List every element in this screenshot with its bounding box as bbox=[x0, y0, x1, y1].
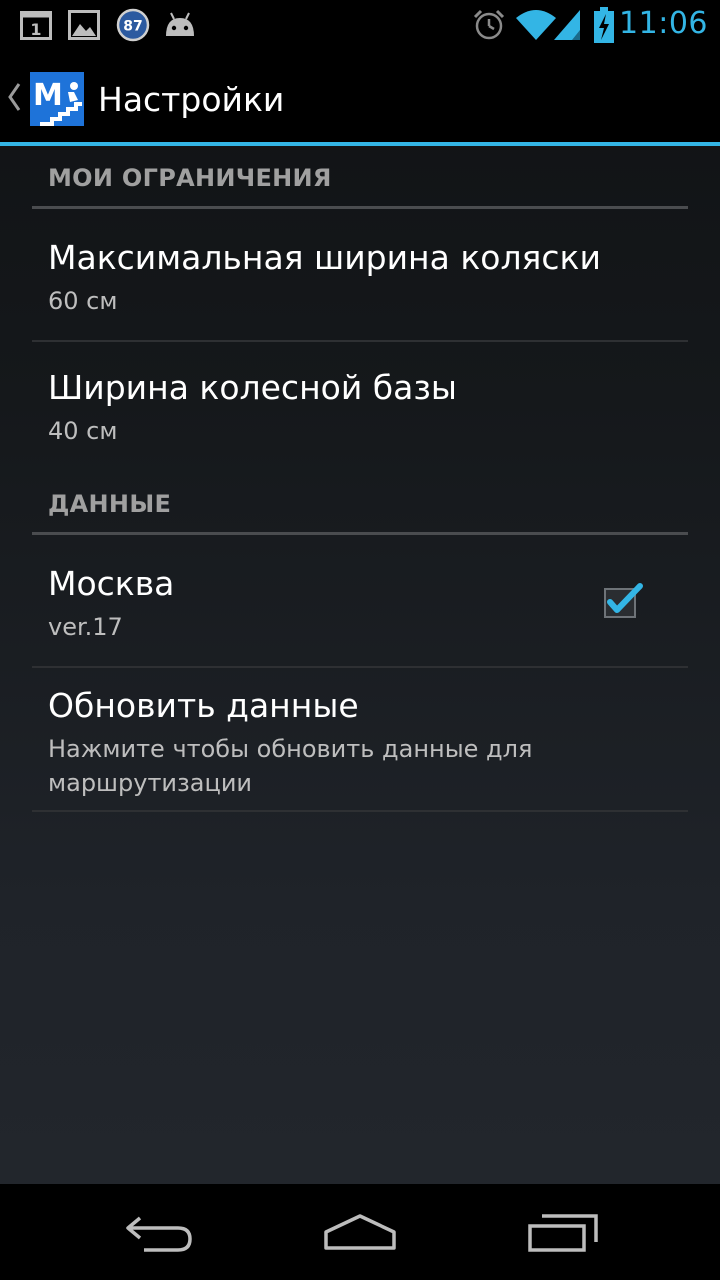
category-header-data: ДАННЫЕ bbox=[48, 490, 172, 518]
pref-title: Москва bbox=[48, 564, 175, 603]
status-time: 11:06 bbox=[619, 6, 708, 41]
pref-item-max-width[interactable]: Максимальная ширина коляски 60 см bbox=[0, 210, 720, 340]
pref-item-wheelbase[interactable]: Ширина колесной базы 40 см bbox=[0, 342, 720, 472]
badge-text: 87 bbox=[123, 19, 142, 35]
action-bar-accent-line bbox=[0, 142, 720, 146]
app-logo-letter: M bbox=[33, 78, 63, 113]
pref-title: Ширина колесной базы bbox=[48, 368, 457, 407]
pref-title: Обновить данные bbox=[48, 686, 359, 725]
category-divider bbox=[32, 206, 688, 209]
status-bar: 1 87 11:06 bbox=[0, 0, 720, 50]
battery-charging-icon bbox=[592, 6, 616, 44]
pref-item-update-data[interactable]: Обновить данные Нажмите чтобы обновить д… bbox=[0, 668, 720, 810]
android-icon bbox=[162, 10, 198, 40]
page-title: Настройки bbox=[98, 80, 285, 119]
category-divider bbox=[32, 532, 688, 535]
item-divider bbox=[32, 810, 688, 812]
gallery-image-icon bbox=[68, 10, 100, 40]
alarm-clock-icon bbox=[472, 8, 506, 42]
home-icon[interactable] bbox=[320, 1208, 400, 1262]
pref-summary: 40 см bbox=[48, 417, 118, 445]
pref-summary: Нажмите чтобы обновить данные для маршру… bbox=[48, 735, 533, 797]
notification-calendar-text: 1 bbox=[30, 20, 41, 39]
settings-screen: 1 87 11:06 M Настройки МОИ ОГРАНИЧЕНИЯ М… bbox=[0, 0, 720, 1280]
pref-summary: 60 см bbox=[48, 287, 118, 315]
pref-title: Максимальная ширина коляски bbox=[48, 238, 601, 277]
pref-summary: ver.17 bbox=[48, 613, 123, 641]
notification-calendar-icon: 1 bbox=[20, 10, 52, 40]
badge-icon: 87 bbox=[116, 8, 150, 42]
moscow-checkbox[interactable] bbox=[600, 580, 646, 626]
back-caret-icon[interactable] bbox=[6, 82, 22, 116]
app-logo-icon[interactable]: M bbox=[30, 72, 84, 126]
recent-apps-icon[interactable] bbox=[524, 1208, 602, 1262]
back-arrow-icon[interactable] bbox=[122, 1208, 198, 1262]
category-header-limits: МОИ ОГРАНИЧЕНИЯ bbox=[48, 164, 332, 192]
cell-signal-icon bbox=[552, 8, 582, 42]
